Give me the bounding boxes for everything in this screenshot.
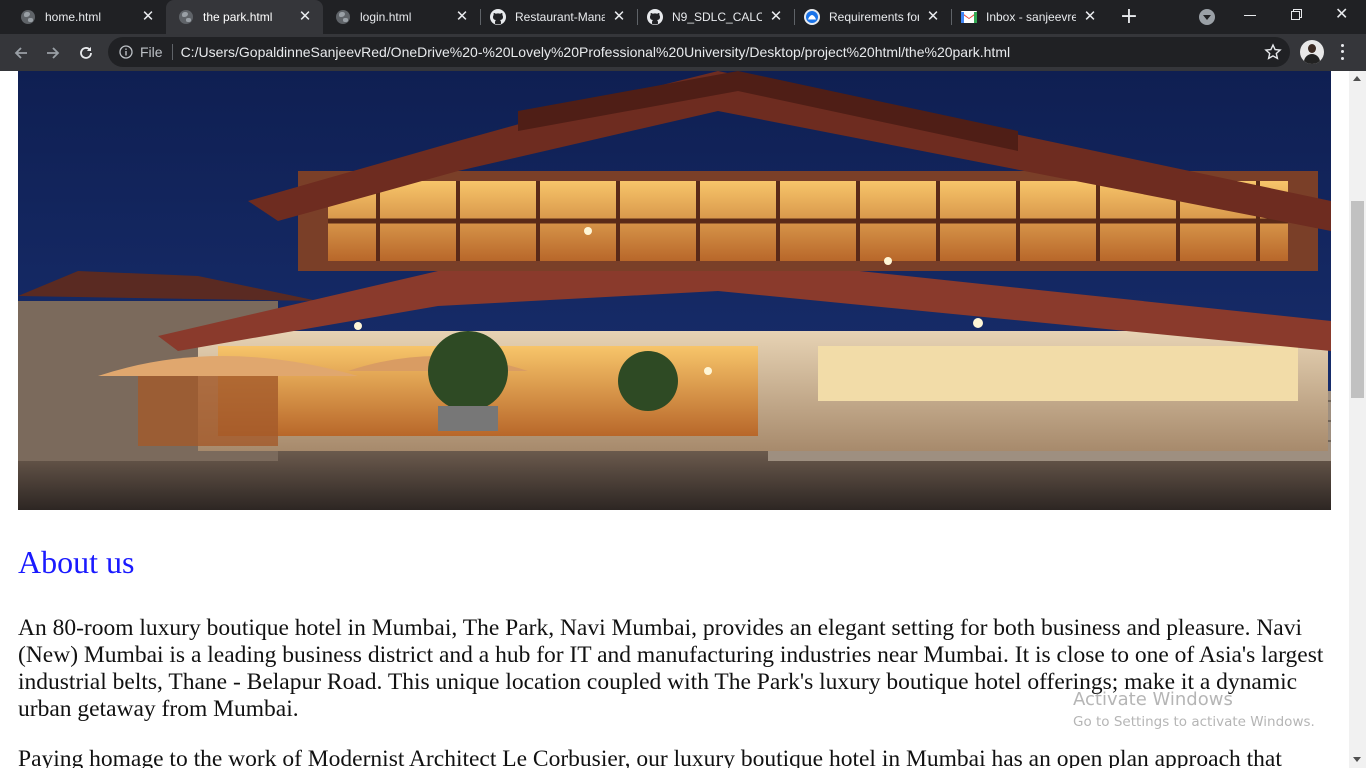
scrollbar-thumb[interactable] <box>1351 201 1364 398</box>
about-us-heading: About us <box>18 544 135 580</box>
window-close-icon[interactable]: ✕ <box>1335 5 1348 23</box>
tab-the-park[interactable]: the park.html ✕ <box>166 0 323 34</box>
tab-title: Restaurant-Mana <box>515 10 605 24</box>
close-tab-icon[interactable]: ✕ <box>768 9 784 25</box>
tab-home[interactable]: home.html ✕ <box>0 0 166 34</box>
requirements-site-icon <box>804 9 820 25</box>
tab-strip: home.html ✕ the park.html ✕ login.html ✕… <box>0 0 1366 34</box>
close-tab-icon[interactable]: ✕ <box>297 9 313 25</box>
watermark-subtitle: Go to Settings to activate Windows. <box>1073 714 1315 730</box>
url-text[interactable]: C:/Users/GopaldinneSanjeevRed/OneDrive%2… <box>181 44 1011 60</box>
tab-title: login.html <box>360 10 412 24</box>
menu-kebab-icon[interactable] <box>1336 42 1348 62</box>
hotel-building-night-image <box>18 71 1331 510</box>
bookmark-star-icon[interactable] <box>1264 43 1282 61</box>
tab-title: Inbox - sanjeevre <box>986 10 1076 24</box>
github-icon <box>490 9 506 25</box>
vertical-scrollbar[interactable] <box>1349 71 1366 768</box>
address-bar[interactable]: File C:/Users/GopaldinneSanjeevRed/OneDr… <box>108 37 1290 67</box>
gmail-icon <box>961 9 977 25</box>
scheme-label: File <box>140 44 163 60</box>
about-paragraph-2: Paying homage to the work of Modernist A… <box>18 746 1282 768</box>
browser-toolbar: File C:/Users/GopaldinneSanjeevRed/OneDr… <box>0 34 1366 71</box>
tab-login[interactable]: login.html ✕ <box>323 0 481 34</box>
restore-icon[interactable] <box>1291 9 1302 20</box>
close-tab-icon[interactable]: ✕ <box>454 9 470 25</box>
minimize-icon[interactable] <box>1244 15 1256 16</box>
close-tab-icon[interactable]: ✕ <box>925 9 941 25</box>
tab-title: Requirements for <box>829 10 919 24</box>
watermark-title: Activate Windows <box>1073 689 1233 710</box>
forward-arrow-icon[interactable] <box>39 39 67 67</box>
globe-icon <box>335 9 351 25</box>
profile-avatar[interactable] <box>1300 40 1324 64</box>
tab-restaurant-management[interactable]: Restaurant-Mana ✕ <box>480 0 638 34</box>
tab-search-icon[interactable] <box>1199 9 1215 25</box>
github-icon <box>647 9 663 25</box>
windows-activation-watermark: Activate Windows Go to Settings to activ… <box>1073 689 1315 733</box>
scroll-up-arrow-icon[interactable] <box>1353 76 1361 81</box>
close-tab-icon[interactable]: ✕ <box>140 9 156 25</box>
globe-icon <box>178 9 194 25</box>
tab-gmail-inbox[interactable]: Inbox - sanjeevre ✕ <box>951 0 1108 34</box>
back-arrow-icon[interactable] <box>7 39 35 67</box>
globe-icon <box>20 9 36 25</box>
close-tab-icon[interactable]: ✕ <box>1082 9 1098 25</box>
tab-n9-sdlc-calculator[interactable]: N9_SDLC_CALCUL ✕ <box>637 0 795 34</box>
scroll-down-arrow-icon[interactable] <box>1353 757 1361 762</box>
info-icon[interactable] <box>119 45 133 59</box>
new-tab-plus-icon[interactable]: + <box>1119 6 1139 28</box>
close-tab-icon[interactable]: ✕ <box>611 9 627 25</box>
tab-requirements[interactable]: Requirements for ✕ <box>794 0 952 34</box>
tab-title: home.html <box>45 10 102 24</box>
reload-icon[interactable] <box>72 39 100 67</box>
tab-title: the park.html <box>203 10 273 24</box>
page-viewport: About us An 80-room luxury boutique hote… <box>0 71 1349 768</box>
tab-title: N9_SDLC_CALCUL <box>672 10 762 24</box>
